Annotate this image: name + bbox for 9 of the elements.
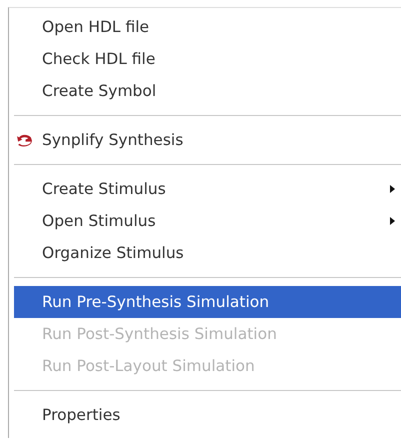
- menu-item[interactable]: Synplify Synthesis: [14, 124, 401, 156]
- menu-item[interactable]: Open HDL file: [14, 11, 401, 43]
- menu-item[interactable]: Create Symbol: [14, 75, 401, 107]
- menu-item[interactable]: Create Stimulus: [14, 173, 401, 205]
- menu-item[interactable]: Run Pre-Synthesis Simulation: [14, 286, 401, 318]
- menu-item[interactable]: Organize Stimulus: [14, 237, 401, 269]
- menu-item[interactable]: Open Stimulus: [14, 205, 401, 237]
- menu-item[interactable]: Check HDL file: [14, 43, 401, 75]
- menu-item[interactable]: Properties: [14, 399, 401, 431]
